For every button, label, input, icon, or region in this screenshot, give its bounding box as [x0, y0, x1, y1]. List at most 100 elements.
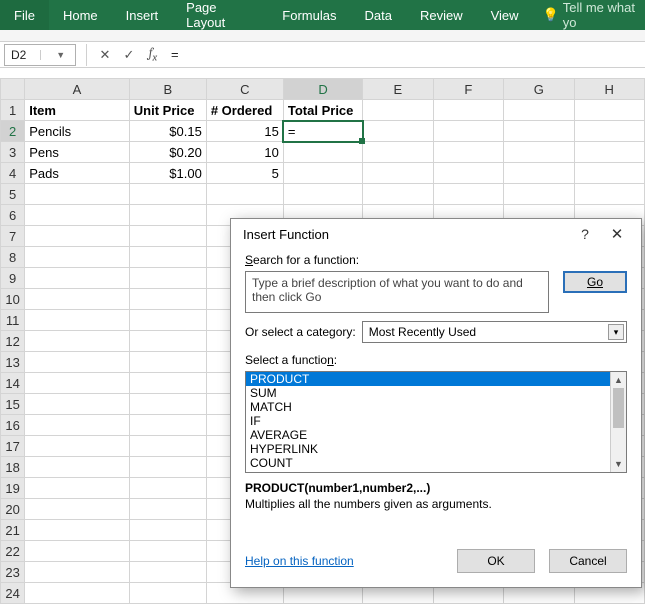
cell[interactable] — [283, 163, 362, 184]
cell[interactable] — [25, 562, 130, 583]
cell[interactable]: $0.15 — [129, 121, 206, 142]
col-header-b[interactable]: B — [129, 79, 206, 100]
cell[interactable] — [574, 142, 645, 163]
cell[interactable] — [25, 478, 130, 499]
row-header-21[interactable]: 21 — [1, 520, 25, 541]
cell[interactable] — [129, 478, 206, 499]
cell[interactable] — [25, 457, 130, 478]
cell[interactable] — [25, 541, 130, 562]
row-header-1[interactable]: 1 — [1, 100, 25, 121]
list-item[interactable]: AVERAGE — [246, 428, 610, 442]
cell[interactable]: Pads — [25, 163, 130, 184]
row-header-15[interactable]: 15 — [1, 394, 25, 415]
cell[interactable] — [363, 184, 433, 205]
cell[interactable]: $1.00 — [129, 163, 206, 184]
scroll-thumb[interactable] — [613, 388, 624, 428]
cell[interactable] — [363, 142, 433, 163]
search-input[interactable] — [245, 271, 549, 313]
cell[interactable]: Total Price — [283, 100, 362, 121]
cell[interactable] — [129, 268, 206, 289]
list-item[interactable]: MATCH — [246, 400, 610, 414]
help-button[interactable]: ? — [569, 220, 601, 248]
cell[interactable] — [574, 121, 645, 142]
cell[interactable] — [25, 394, 130, 415]
list-item[interactable]: HYPERLINK — [246, 442, 610, 456]
go-button[interactable]: Go — [563, 271, 627, 293]
cell[interactable] — [283, 142, 362, 163]
cell[interactable] — [129, 352, 206, 373]
cell[interactable]: Item — [25, 100, 130, 121]
cell[interactable] — [25, 583, 130, 604]
cell[interactable] — [363, 121, 433, 142]
cell[interactable] — [574, 163, 645, 184]
cell[interactable] — [574, 184, 645, 205]
scrollbar[interactable]: ▲ ▼ — [610, 372, 626, 472]
cell[interactable] — [283, 184, 362, 205]
cell[interactable] — [504, 163, 574, 184]
list-item[interactable]: IF — [246, 414, 610, 428]
cell[interactable] — [25, 268, 130, 289]
cell[interactable] — [25, 226, 130, 247]
scroll-down-icon[interactable]: ▼ — [611, 456, 626, 472]
name-box[interactable]: D2 ▼ — [4, 44, 76, 66]
cell[interactable] — [363, 100, 433, 121]
cell[interactable] — [129, 310, 206, 331]
cell[interactable]: Pencils — [25, 121, 130, 142]
cell[interactable] — [25, 205, 130, 226]
col-header-a[interactable]: A — [25, 79, 130, 100]
fill-handle[interactable] — [359, 138, 365, 144]
cell[interactable] — [129, 247, 206, 268]
col-header-g[interactable]: G — [504, 79, 574, 100]
cell[interactable]: Pens — [25, 142, 130, 163]
row-header-14[interactable]: 14 — [1, 373, 25, 394]
row-header-2[interactable]: 2 — [1, 121, 25, 142]
cell[interactable] — [25, 352, 130, 373]
tab-review[interactable]: Review — [406, 0, 477, 30]
help-link[interactable]: Help on this function — [245, 554, 443, 568]
col-header-h[interactable]: H — [574, 79, 645, 100]
row-header-23[interactable]: 23 — [1, 562, 25, 583]
cell[interactable] — [129, 415, 206, 436]
tab-home[interactable]: Home — [49, 0, 112, 30]
cell[interactable] — [129, 205, 206, 226]
cell[interactable] — [433, 100, 503, 121]
cell[interactable] — [129, 499, 206, 520]
tab-file[interactable]: File — [0, 0, 49, 30]
list-item[interactable]: PRODUCT — [246, 372, 610, 386]
row-header-9[interactable]: 9 — [1, 268, 25, 289]
cell[interactable]: 10 — [206, 142, 283, 163]
cell[interactable] — [25, 184, 130, 205]
chevron-down-icon[interactable]: ▾ — [608, 324, 624, 340]
cancel-button[interactable]: Cancel — [549, 549, 627, 573]
cell[interactable] — [504, 100, 574, 121]
cell[interactable] — [129, 289, 206, 310]
ok-button[interactable]: OK — [457, 549, 535, 573]
enter-formula-button[interactable]: ✓ — [117, 44, 141, 66]
row-header-20[interactable]: 20 — [1, 499, 25, 520]
cell[interactable] — [504, 142, 574, 163]
cell[interactable] — [129, 184, 206, 205]
col-header-e[interactable]: E — [363, 79, 433, 100]
col-header-f[interactable]: F — [433, 79, 503, 100]
formula-input[interactable] — [165, 44, 645, 66]
cell[interactable] — [25, 373, 130, 394]
close-button[interactable]: ✕ — [601, 220, 633, 248]
row-header-5[interactable]: 5 — [1, 184, 25, 205]
cell-active[interactable]: = — [283, 121, 362, 142]
cell[interactable] — [433, 184, 503, 205]
category-select[interactable]: Most Recently Used ▾ — [362, 321, 627, 343]
cell[interactable]: 5 — [206, 163, 283, 184]
row-header-16[interactable]: 16 — [1, 415, 25, 436]
cell[interactable] — [129, 520, 206, 541]
cell[interactable] — [504, 184, 574, 205]
scroll-up-icon[interactable]: ▲ — [611, 372, 626, 388]
row-header-24[interactable]: 24 — [1, 583, 25, 604]
cell[interactable] — [129, 583, 206, 604]
tab-data[interactable]: Data — [350, 0, 405, 30]
cell[interactable]: Unit Price — [129, 100, 206, 121]
row-header-11[interactable]: 11 — [1, 310, 25, 331]
cell[interactable] — [25, 520, 130, 541]
cell[interactable] — [25, 331, 130, 352]
cell[interactable] — [25, 247, 130, 268]
cell[interactable]: $0.20 — [129, 142, 206, 163]
